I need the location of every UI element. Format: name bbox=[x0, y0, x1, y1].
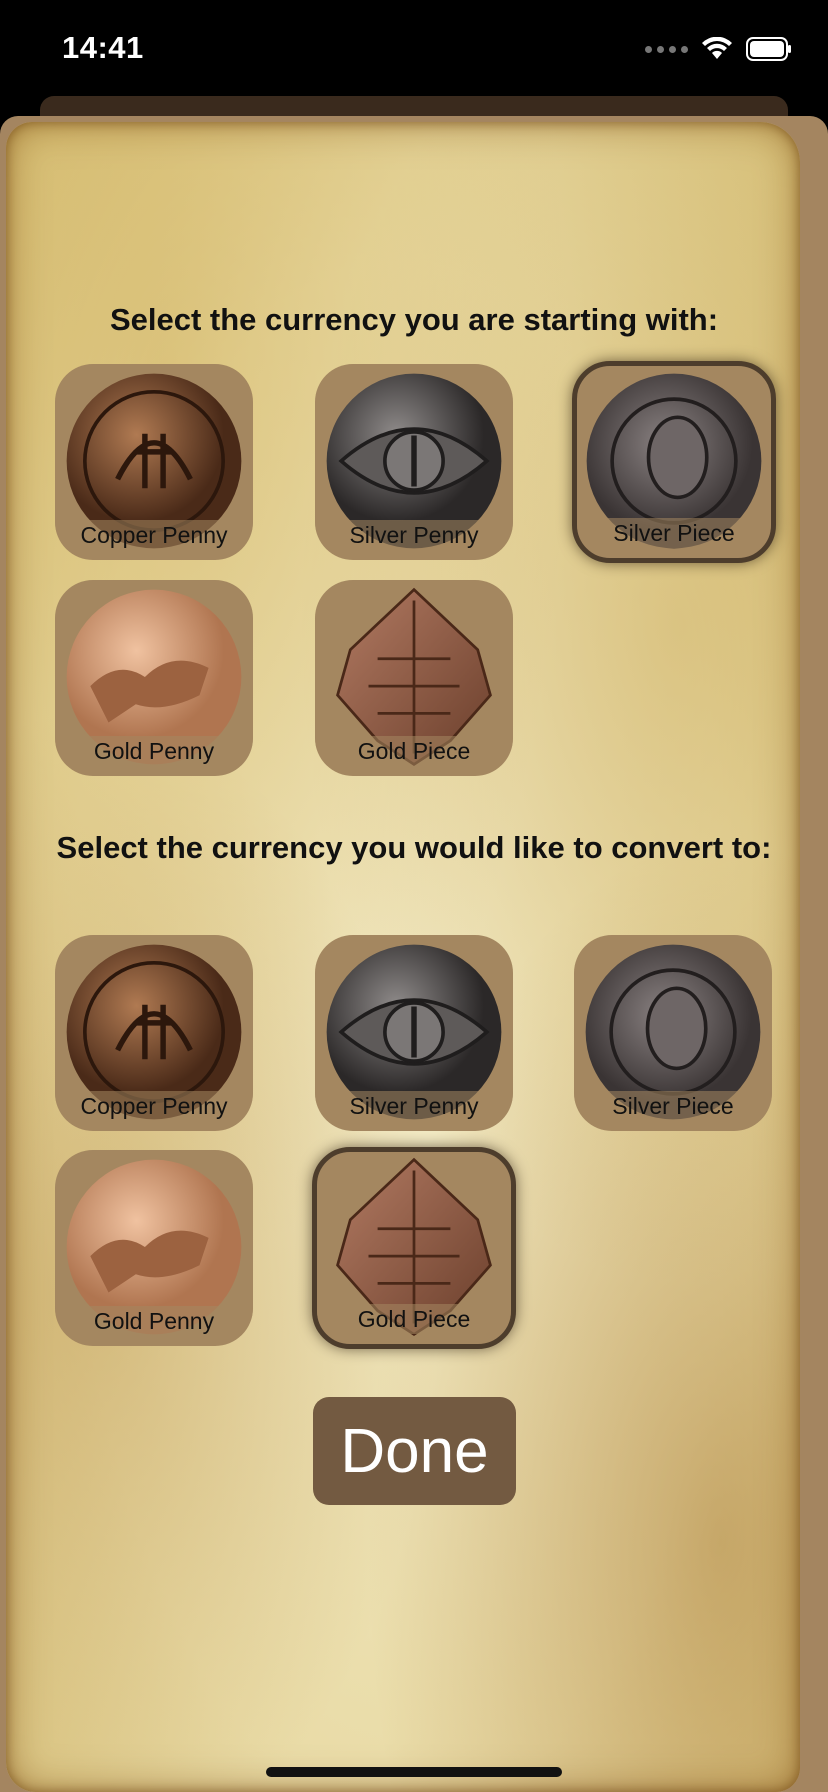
coin-label: Gold Piece bbox=[317, 1304, 511, 1334]
to-silver-piece-button[interactable]: Silver Piece bbox=[574, 935, 772, 1131]
coin-label: Silver Penny bbox=[315, 520, 513, 550]
from-gold-piece-button[interactable]: Gold Piece bbox=[315, 580, 513, 776]
to-gold-penny-button[interactable]: Gold Penny bbox=[55, 1150, 253, 1346]
coin-label: Gold Penny bbox=[55, 736, 253, 766]
to-gold-piece-button[interactable]: Gold Piece bbox=[312, 1147, 516, 1349]
status-time: 14:41 bbox=[62, 30, 144, 65]
coin-label: Copper Penny bbox=[55, 1091, 253, 1121]
from-silver-penny-button[interactable]: Silver Penny bbox=[315, 364, 513, 560]
to-silver-penny-button[interactable]: Silver Penny bbox=[315, 935, 513, 1131]
to-currency-heading: Select the currency you would like to co… bbox=[56, 830, 772, 865]
coin-label: Silver Piece bbox=[577, 518, 771, 548]
to-copper-penny-button[interactable]: Copper Penny bbox=[55, 935, 253, 1131]
status-bar: 14:41 bbox=[0, 0, 828, 100]
coin-label: Silver Piece bbox=[574, 1091, 772, 1121]
done-button[interactable]: Done bbox=[313, 1397, 516, 1505]
home-indicator[interactable] bbox=[266, 1767, 562, 1777]
from-silver-piece-button[interactable]: Silver Piece bbox=[572, 361, 776, 563]
from-copper-penny-button[interactable]: Copper Penny bbox=[55, 364, 253, 560]
wifi-icon bbox=[702, 37, 732, 61]
from-gold-penny-button[interactable]: Gold Penny bbox=[55, 580, 253, 776]
coin-label: Gold Penny bbox=[55, 1306, 253, 1336]
from-currency-heading: Select the currency you are starting wit… bbox=[109, 302, 719, 337]
battery-icon bbox=[746, 37, 792, 61]
cellular-signal-icon bbox=[645, 45, 688, 53]
coin-label: Gold Piece bbox=[315, 736, 513, 766]
status-icons bbox=[645, 34, 792, 64]
coin-label: Copper Penny bbox=[55, 520, 253, 550]
coin-label: Silver Penny bbox=[315, 1091, 513, 1121]
